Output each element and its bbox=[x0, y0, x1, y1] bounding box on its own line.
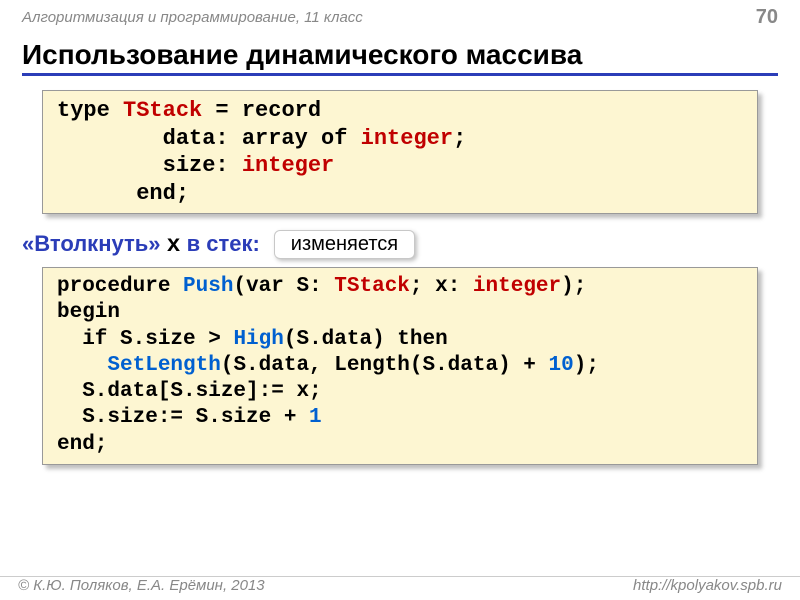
footer-authors: © К.Ю. Поляков, Е.А. Ерёмин, 2013 bbox=[18, 577, 265, 594]
push-rest: в стек: bbox=[180, 231, 259, 256]
push-label: «Втолкнуть» bbox=[22, 231, 167, 256]
course-label: Алгоритмизация и программирование, 11 кл… bbox=[22, 9, 363, 26]
slide-header: Алгоритмизация и программирование, 11 кл… bbox=[0, 0, 800, 31]
code-block-push-procedure: procedure Push(var S: TStack; x: integer… bbox=[42, 267, 758, 465]
slide-title: Использование динамического массива bbox=[22, 39, 778, 76]
code-block-type-definition: type TStack = record data: array of inte… bbox=[42, 90, 758, 214]
footer-url: http://kpolyakov.spb.ru bbox=[633, 577, 782, 594]
change-badge: изменяется bbox=[274, 230, 415, 259]
page-number: 70 bbox=[756, 6, 778, 29]
push-subheading: «Втолкнуть» x в стек: изменяется bbox=[22, 230, 778, 259]
push-var-x: x bbox=[167, 232, 181, 258]
slide-footer: © К.Ю. Поляков, Е.А. Ерёмин, 2013 http:/… bbox=[0, 576, 800, 594]
